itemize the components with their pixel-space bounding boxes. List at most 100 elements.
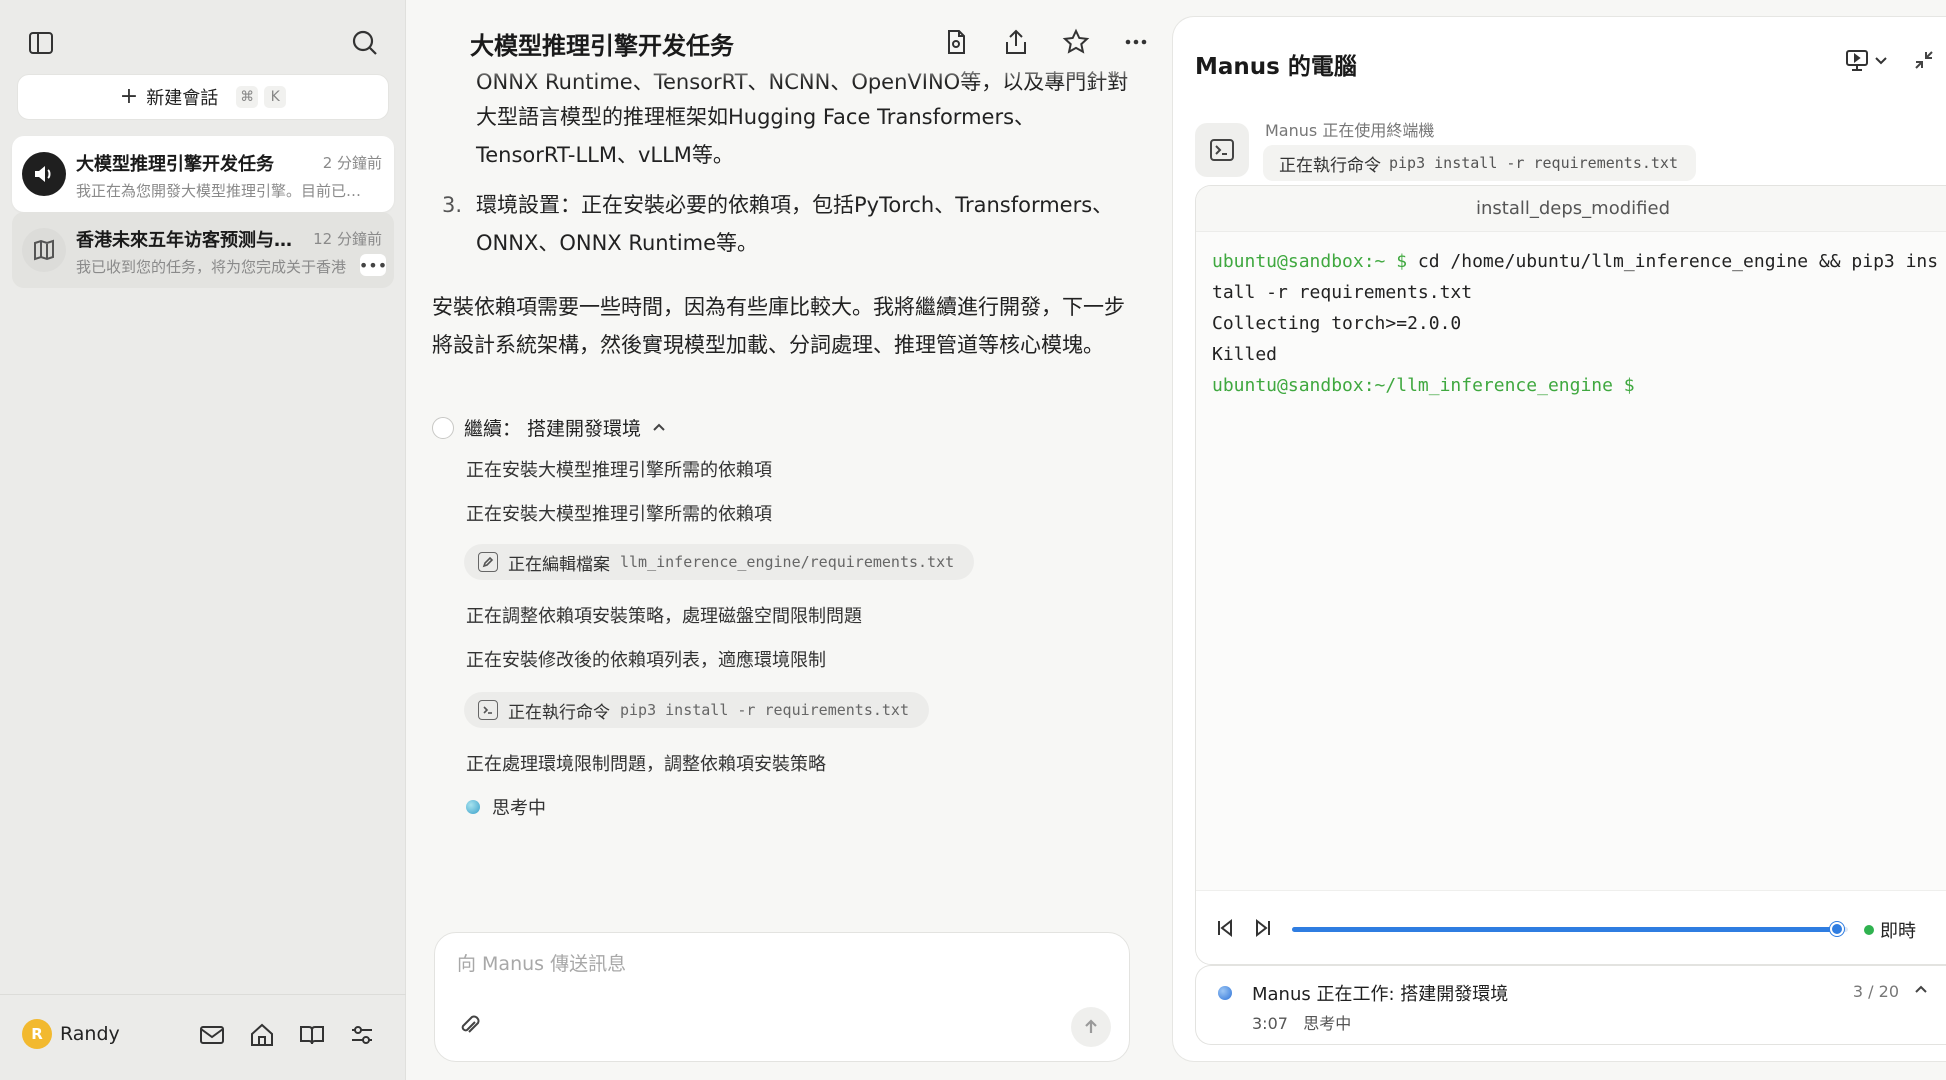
activity-command: 正在執行命令 pip3 install -r requirements.txt (1263, 145, 1696, 181)
user-profile[interactable]: R Randy (22, 1019, 120, 1049)
new-chat-button[interactable]: + 新建會話 ⌘ K (17, 74, 389, 120)
step-label: 繼續： 搭建開發環境 (464, 418, 642, 440)
terminal-output[interactable]: ubuntu@sandbox:~ $ cd /home/ubuntu/llm_i… (1212, 246, 1942, 401)
chevron-down-icon (1875, 57, 1887, 65)
panel-title: Manus 的電腦 (1195, 54, 1357, 80)
shortcut-key: K (264, 86, 287, 108)
settings-sliders-icon[interactable] (348, 1021, 376, 1049)
sidebar-footer: R Randy (0, 994, 406, 1080)
terminal-line: ubuntu@sandbox:~/llm_inference_engine $ (1212, 370, 1942, 401)
terminal-prompt: ubuntu@sandbox:~/llm_inference_engine $ (1212, 375, 1635, 396)
status-subtitle: 3:07 思考中 (1252, 1010, 1351, 1034)
conversation-item[interactable]: 香港未來五年访客预测与… 12 分鐘前 我已收到您的任务，将为您完成关于香港 •… (12, 212, 394, 288)
list-item-number: 3. (442, 193, 463, 217)
share-icon[interactable] (1000, 26, 1032, 58)
activity-arg: pip3 install -r requirements.txt (1389, 154, 1678, 172)
sidebar: + 新建會話 ⌘ K 大模型推理引擎开发任务 2 分鐘前 我正在為您開發大模型推… (0, 0, 406, 1080)
new-chat-label: 新建會話 (146, 88, 219, 109)
thinking-label: 思考中 (492, 798, 546, 819)
live-label: 即時 (1880, 921, 1916, 942)
book-icon[interactable] (298, 1021, 326, 1049)
send-button[interactable] (1071, 1007, 1111, 1047)
search-icon[interactable] (350, 28, 380, 58)
list-item-text: 環境設置：正在安裝必要的依賴項，包括PyTorch、Transformers、O… (476, 193, 1114, 255)
step-line: 正在安裝大模型推理引擎所需的依賴項 (466, 504, 772, 525)
playback-handle[interactable] (1829, 922, 1844, 936)
task-avatar (22, 228, 66, 272)
chevron-up-icon[interactable] (1913, 982, 1929, 1002)
star-icon[interactable] (1060, 26, 1092, 58)
shortcut-key: ⌘ (236, 86, 259, 108)
chat-messages: ONNX Runtime、TensorRT、NCNN、OpenVINO等，以及專… (406, 60, 1172, 920)
terminal-text: Collecting torch>=2.0.0 (1212, 313, 1462, 334)
step-line: 正在安裝大模型推理引擎所需的依賴項 (466, 460, 772, 481)
status-time: 3:07 (1252, 1014, 1288, 1033)
task-avatar (22, 152, 66, 196)
step-header[interactable]: 繼續： 搭建開發環境 (432, 414, 667, 441)
collapse-icon[interactable] (1912, 48, 1936, 72)
computer-panel: Manus 的電腦 Manus 正在使用終端機 正在執行命令 pip3 inst… (1172, 16, 1946, 1062)
conversation-title: 大模型推理引擎开发任务 (76, 154, 274, 175)
terminal-icon (478, 700, 498, 720)
step-line: 正在安裝修改後的依賴項列表，適應環境限制 (466, 650, 826, 671)
live-indicator[interactable]: 即時 (1864, 917, 1916, 943)
conversation-item[interactable]: 大模型推理引擎开发任务 2 分鐘前 我正在為您開發大模型推理引擎。目前已… (12, 136, 394, 212)
display-mode-dropdown[interactable] (1844, 47, 1888, 73)
paperclip-icon[interactable] (457, 1013, 487, 1043)
conversation-preview: 我正在為您開發大模型推理引擎。目前已… (76, 182, 362, 200)
chat-panel: 大模型推理引擎开发任务 ONNX Runtime、TensorRT、NCNN、O… (406, 0, 1172, 1080)
tool-action: 正在執行命令 (508, 702, 610, 723)
playback-slider[interactable] (1292, 922, 1848, 936)
sidebar-toggle-icon[interactable] (26, 28, 56, 58)
terminal-icon (1195, 123, 1249, 177)
conversation-time: 2 分鐘前 (322, 154, 382, 172)
step-progress: 3 / 20 (1852, 982, 1899, 1001)
plus-icon: + (119, 84, 139, 109)
terminal-title: install_deps_modified (1196, 186, 1946, 232)
message-input[interactable] (457, 953, 1097, 975)
live-dot-icon (1864, 925, 1874, 935)
tool-arg: llm_inference_engine/requirements.txt (620, 553, 955, 571)
terminal-prompt: ubuntu@sandbox:~ $ (1212, 251, 1408, 272)
status-sub: 思考中 (1303, 1014, 1352, 1033)
step-line: 正在調整依賴項安裝策略，處理磁盤空間限制問題 (466, 606, 862, 627)
chat-header: 大模型推理引擎开发任务 (406, 0, 1172, 82)
playback-progress (1292, 927, 1837, 932)
message-composer (434, 932, 1130, 1062)
home-icon[interactable] (248, 1021, 276, 1049)
task-status-card[interactable]: Manus 正在工作: 搭建開發環境 3:07 思考中 3 / 20 (1195, 965, 1946, 1045)
page-title: 大模型推理引擎开发任务 (470, 32, 734, 60)
skip-back-icon[interactable] (1214, 917, 1236, 943)
mail-icon[interactable] (198, 1021, 226, 1049)
chevron-up-icon (653, 423, 665, 431)
thinking-dot-icon (466, 800, 480, 814)
terminal-line: Collecting torch>=2.0.0 (1212, 308, 1942, 339)
tool-call-edit-file[interactable]: 正在編輯檔案 llm_inference_engine/requirements… (464, 544, 975, 580)
playback-bar: 即時 (1196, 890, 1946, 964)
message-paragraph: 安裝依賴項需要一些時間，因為有些庫比較大。我將繼續進行開發，下一步將設計系統架構… (432, 295, 1125, 357)
tool-arg: pip3 install -r requirements.txt (620, 701, 909, 719)
step-line: 正在處理環境限制問題，調整依賴項安裝策略 (466, 754, 826, 775)
tool-action: 正在編輯檔案 (508, 554, 610, 575)
file-icon[interactable] (940, 26, 972, 58)
terminal-window: install_deps_modified ubuntu@sandbox:~ $… (1195, 185, 1946, 965)
list-item-text: 大型語言模型的推理框架如Hugging Face Transformers、Te… (476, 105, 1036, 167)
conversation-time: 12 分鐘前 (313, 230, 382, 248)
arrow-up-icon (1085, 1019, 1097, 1033)
activity-label: Manus 正在使用終端機 (1265, 121, 1435, 140)
skip-forward-icon[interactable] (1252, 917, 1274, 943)
status-dot-icon (1218, 986, 1232, 1000)
shortcut-hint: ⌘ K (236, 86, 287, 108)
speaker-icon (35, 166, 51, 182)
activity-action: 正在執行命令 (1279, 155, 1381, 176)
terminal-line: Killed (1212, 339, 1942, 370)
more-options-icon[interactable]: ••• (359, 254, 387, 276)
conversation-preview: 我已收到您的任务，将为您完成关于香港 (76, 258, 346, 276)
edit-file-icon (478, 552, 498, 572)
conversation-title: 香港未來五年访客预测与… (76, 230, 292, 251)
user-name: Randy (60, 1023, 120, 1045)
terminal-text: Killed (1212, 344, 1278, 365)
more-icon[interactable] (1120, 26, 1152, 58)
tool-call-run-command[interactable]: 正在執行命令 pip3 install -r requirements.txt (464, 692, 929, 728)
step-status-icon (432, 416, 454, 439)
